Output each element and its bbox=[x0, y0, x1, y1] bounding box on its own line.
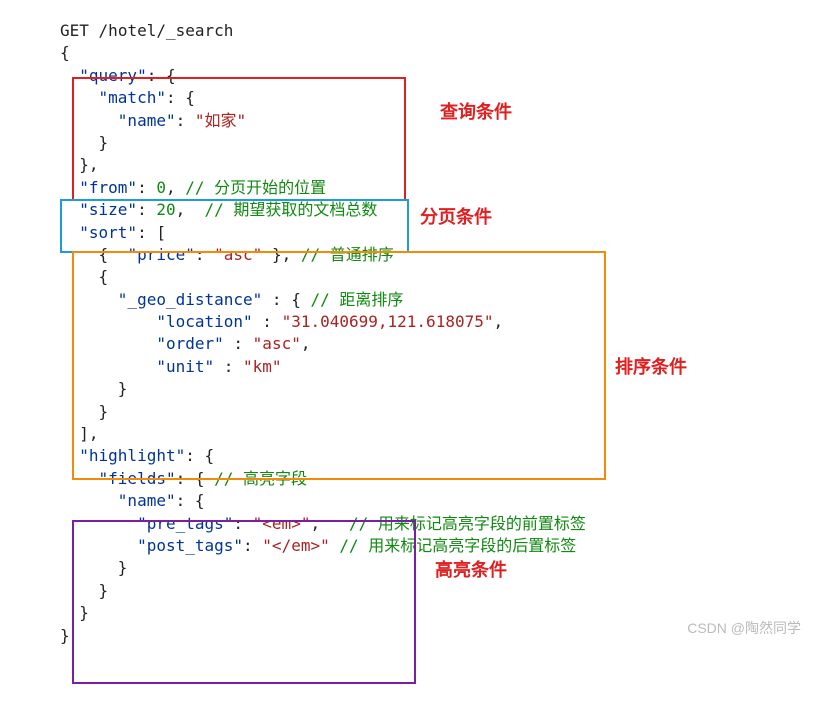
paging-label: 分页条件 bbox=[420, 205, 492, 230]
geo-open: "_geo_distance" : { // 距离排序 bbox=[60, 289, 831, 311]
order-line: "order" : "asc", bbox=[60, 333, 831, 355]
request-path: /hotel/_search bbox=[99, 21, 234, 40]
unit-line: "unit" : "km" bbox=[60, 356, 831, 378]
watermark: CSDN @陶然同学 bbox=[687, 619, 801, 639]
from-line: "from": 0, // 分页开始的位置 bbox=[60, 177, 831, 199]
highlight-open: "highlight": { bbox=[60, 445, 831, 467]
location-line: "location" : "31.040699,121.618075", bbox=[60, 311, 831, 333]
query-label: 查询条件 bbox=[440, 100, 512, 125]
post-tags-line: "post_tags": "</em>" // 用来标记高亮字段的后置标签 bbox=[60, 535, 831, 557]
request-line: GET /hotel/_search bbox=[60, 20, 831, 42]
sort-label: 排序条件 bbox=[615, 355, 687, 380]
highlight-label: 高亮条件 bbox=[435, 558, 507, 583]
http-method: GET bbox=[60, 21, 89, 40]
fields-open: "fields": { // 高亮字段 bbox=[60, 468, 831, 490]
query-open: "query": { bbox=[60, 65, 831, 87]
pre-tags-line: "pre_tags": "<em>", // 用来标记高亮字段的前置标签 bbox=[60, 513, 831, 535]
price-sort: { "price": "asc" }, // 普通排序 bbox=[60, 244, 831, 266]
brace-open: { bbox=[60, 42, 831, 64]
